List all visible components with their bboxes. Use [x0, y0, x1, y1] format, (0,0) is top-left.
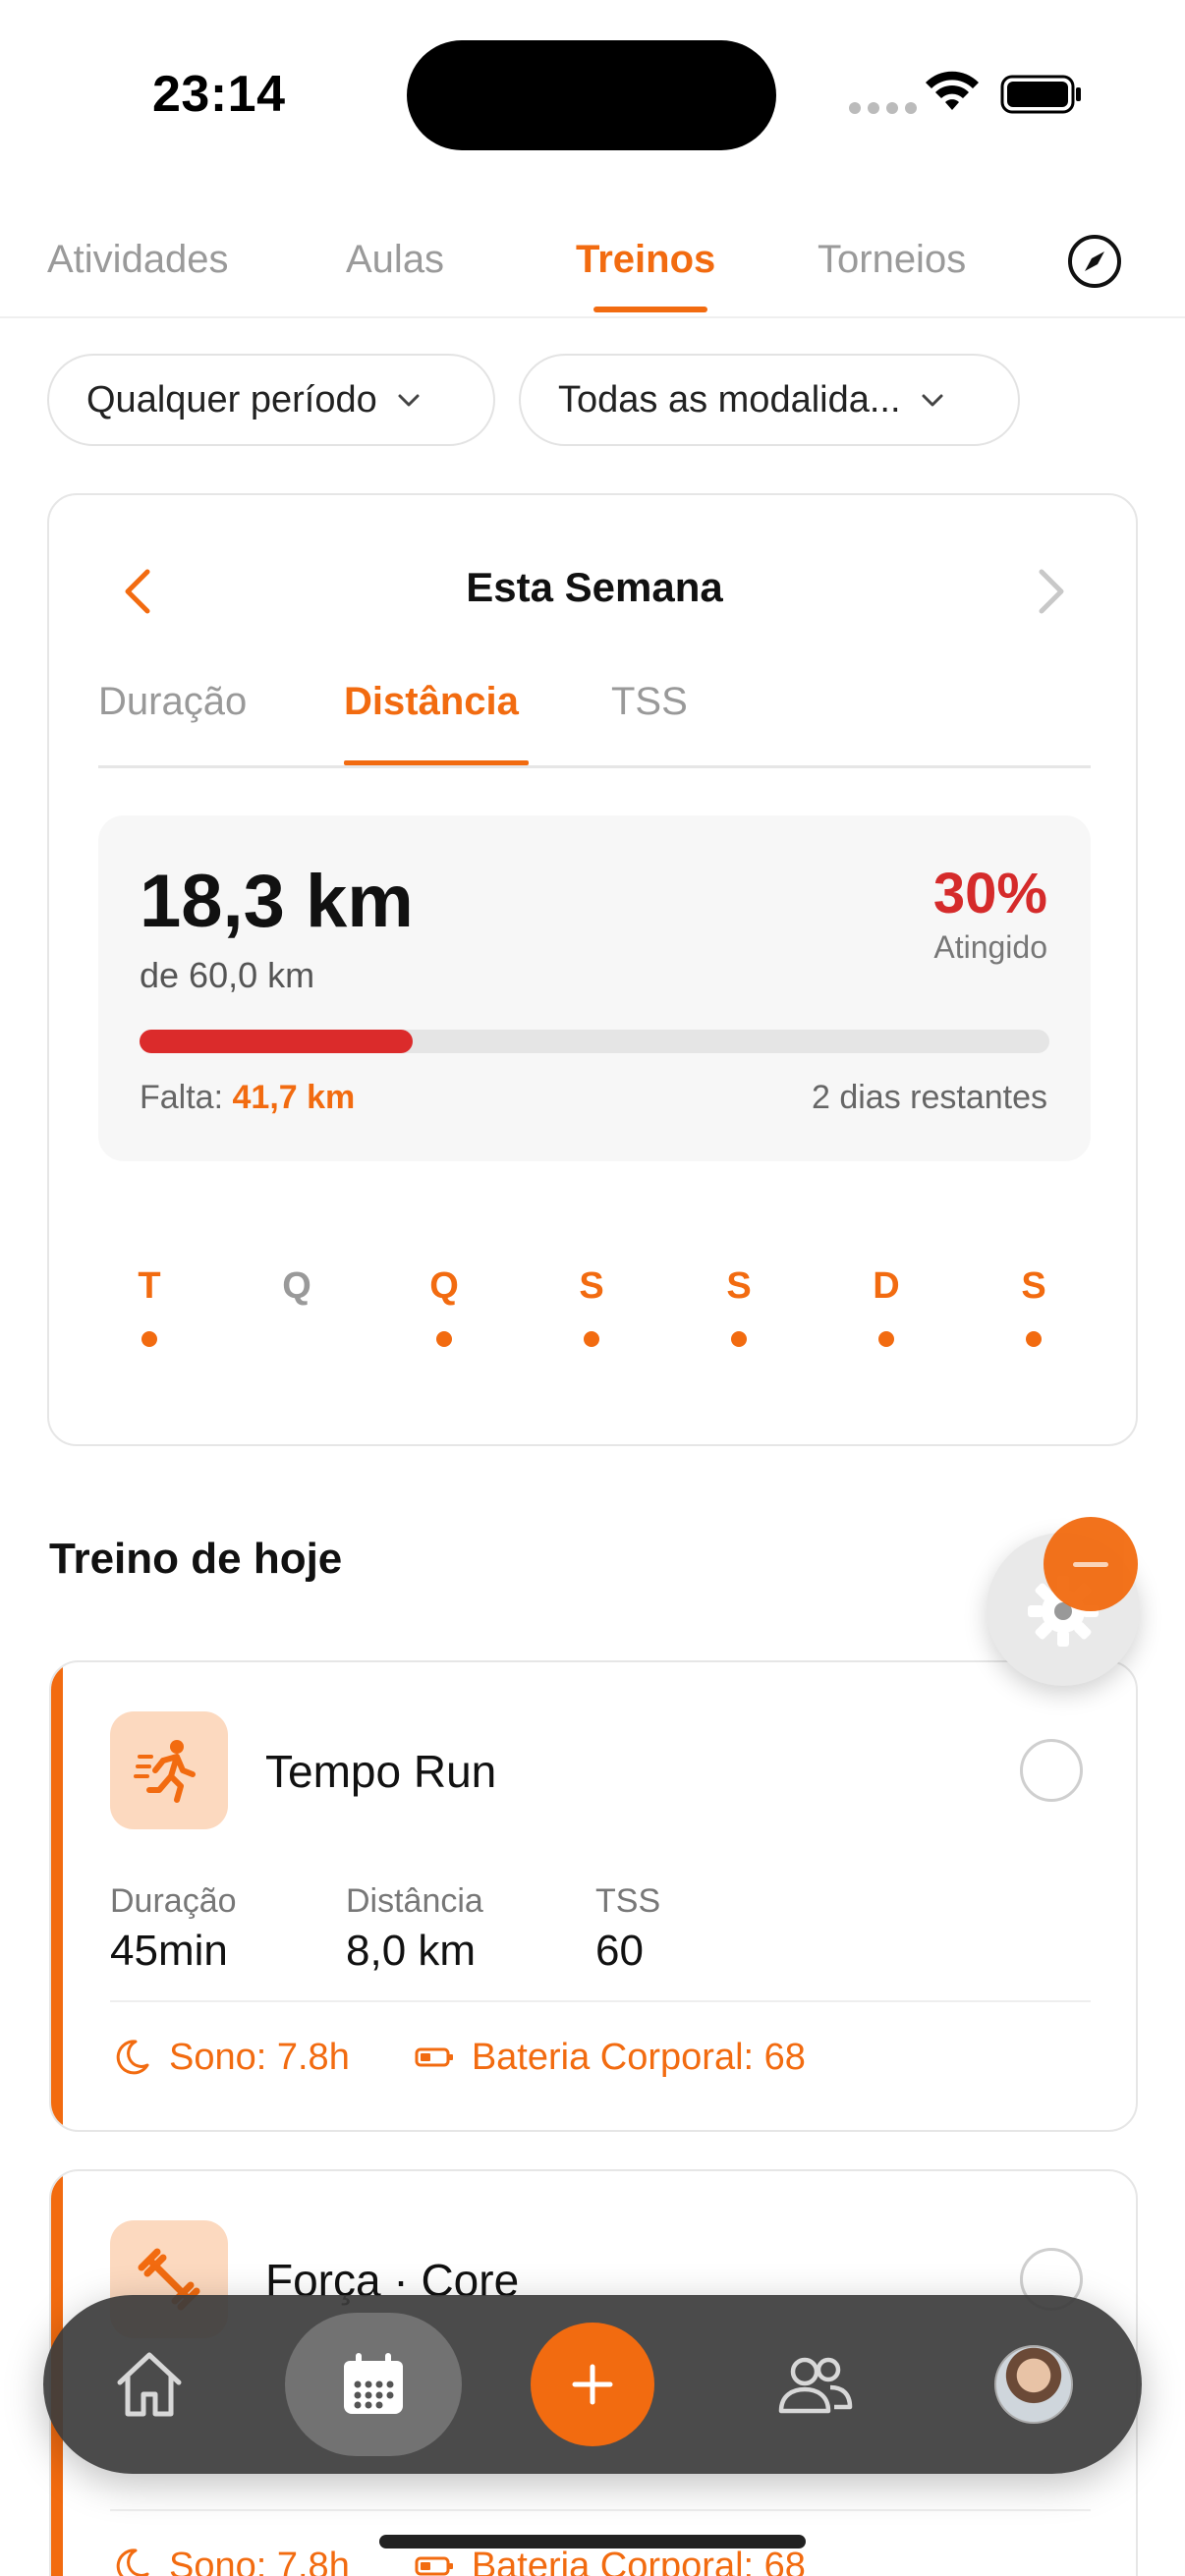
day-letter: Q: [429, 1265, 459, 1307]
day-sat: S: [709, 1265, 768, 1347]
section-title-today: Treino de hoje: [49, 1535, 343, 1583]
dynamic-island: [407, 40, 776, 150]
metric-tab-bar: Duração Distância TSS: [98, 670, 1091, 768]
status-time: 23:14: [152, 66, 286, 123]
compass-icon[interactable]: [1065, 232, 1124, 291]
modality-filter-label: Todas as modalida...: [558, 378, 901, 420]
period-filter-dropdown[interactable]: Qualquer período: [47, 354, 495, 446]
metric-tab-tss[interactable]: TSS: [611, 680, 688, 724]
moon-icon: [116, 2040, 149, 2075]
remaining-value: 41,7 km: [232, 1079, 356, 1116]
chevron-down-icon: [398, 394, 420, 407]
tab-torneios[interactable]: Torneios: [818, 238, 966, 282]
nav-add-button[interactable]: [531, 2323, 654, 2446]
card-accent: [51, 1662, 63, 2130]
day-done-dot: [731, 1331, 747, 1347]
percent-achieved: 30%: [932, 862, 1047, 925]
stat-distance: Distância 8,0 km: [346, 1882, 483, 1976]
tab-treinos[interactable]: Treinos: [576, 238, 715, 282]
divider: [110, 2000, 1091, 2002]
remaining-label: Falta:: [140, 1079, 224, 1116]
people-icon: [778, 2357, 853, 2414]
readiness-row: Sono: 7.8h Bateria Corporal: 68: [110, 2545, 806, 2576]
distance-value: 18,3 km: [140, 860, 414, 943]
day-sun: D: [857, 1265, 916, 1347]
battery-low-icon: [415, 2047, 453, 2067]
metric-tab-distance[interactable]: Distância: [344, 680, 519, 724]
active-metric-indicator: [344, 760, 529, 765]
percent-achieved-label: Atingido: [933, 929, 1047, 965]
day-done-dot: [584, 1331, 599, 1347]
day-fri: S: [562, 1265, 621, 1347]
remaining-distance: Falta: 41,7 km: [140, 1079, 355, 1117]
stat-duration: Duração 45min: [110, 1882, 237, 1976]
day-thu: Q: [415, 1265, 474, 1347]
tab-atividades[interactable]: Atividades: [47, 238, 229, 282]
nav-home[interactable]: [102, 2295, 197, 2474]
day-letter: S: [1021, 1265, 1046, 1307]
home-indicator: [379, 2535, 806, 2548]
progress-bar: [140, 1030, 1049, 1053]
cellular-signal-icon: [849, 102, 917, 114]
day-letter: Q: [282, 1265, 311, 1307]
nav-community[interactable]: [770, 2295, 859, 2474]
status-bar: 23:14: [0, 0, 1185, 187]
avatar[interactable]: [994, 2345, 1073, 2424]
day-tue: T: [120, 1265, 179, 1347]
metric-tab-duration[interactable]: Duração: [98, 680, 247, 724]
divider: [110, 2509, 1091, 2511]
stat-value: 8,0 km: [346, 1927, 477, 1975]
running-icon: [134, 1740, 196, 1803]
complete-checkbox[interactable]: [1020, 1739, 1083, 1802]
stat-label: Distância: [346, 1882, 483, 1920]
day-wed: Q: [267, 1265, 326, 1308]
stat-value: 45min: [110, 1927, 228, 1975]
battery-icon: [1000, 75, 1081, 114]
bottom-nav-bar: [43, 2295, 1142, 2474]
moon-icon: [116, 2548, 149, 2576]
readiness-row: Sono: 7.8h Bateria Corporal: 68: [110, 2036, 806, 2079]
day-done-dot: [436, 1331, 452, 1347]
progress-bar-fill: [140, 1030, 413, 1053]
home-icon: [117, 2352, 182, 2417]
stat-label: TSS: [595, 1882, 661, 1920]
chevron-right-icon[interactable]: [1032, 564, 1071, 619]
body-battery-text: Bateria Corporal: 68: [471, 2545, 806, 2576]
wifi-icon: [926, 71, 979, 110]
distance-target: de 60,0 km: [140, 955, 315, 995]
days-remaining: 2 dias restantes: [811, 1079, 1047, 1116]
day-letter: S: [579, 1265, 604, 1307]
distance-progress-panel: 18,3 km de 60,0 km 30% Atingido Falta: 4…: [98, 815, 1091, 1161]
weekly-goal-card: Esta Semana Duração Distância TSS 18,3 k…: [47, 493, 1138, 1446]
day-done-dot: [141, 1331, 157, 1347]
nav-calendar[interactable]: [285, 2313, 462, 2456]
minimize-button[interactable]: [1044, 1517, 1138, 1611]
day-done-dot: [1026, 1331, 1042, 1347]
day-letter: S: [726, 1265, 752, 1307]
tab-aulas[interactable]: Aulas: [346, 238, 444, 282]
calendar-icon: [344, 2353, 403, 2414]
battery-low-icon: [415, 2556, 453, 2576]
period-filter-label: Qualquer período: [86, 378, 377, 420]
body-battery-text: Bateria Corporal: 68: [471, 2036, 806, 2078]
stat-value: 60: [595, 1927, 644, 1975]
workout-title: Tempo Run: [265, 1746, 497, 1797]
day-done-dot: [878, 1331, 894, 1347]
chevron-down-icon: [922, 394, 943, 407]
sleep-text: Sono: 7.8h: [169, 2036, 350, 2078]
week-title: Esta Semana: [466, 564, 723, 610]
top-tab-bar: Atividades Aulas Treinos Torneios: [0, 224, 1185, 318]
minus-icon: [1073, 1562, 1108, 1567]
day-letter: D: [873, 1265, 900, 1307]
workout-icon-badge: [110, 1711, 228, 1829]
stat-tss: TSS 60: [595, 1882, 660, 1976]
day-mon: S: [1004, 1265, 1063, 1347]
stat-label: Duração: [110, 1882, 237, 1920]
plus-icon: [572, 2364, 613, 2405]
workout-card[interactable]: Tempo Run Duração 45min Distância 8,0 km…: [49, 1660, 1138, 2132]
modality-filter-dropdown[interactable]: Todas as modalida...: [519, 354, 1020, 446]
day-letter: T: [138, 1265, 161, 1307]
sleep-text: Sono: 7.8h: [169, 2545, 350, 2576]
active-tab-indicator: [593, 307, 707, 312]
